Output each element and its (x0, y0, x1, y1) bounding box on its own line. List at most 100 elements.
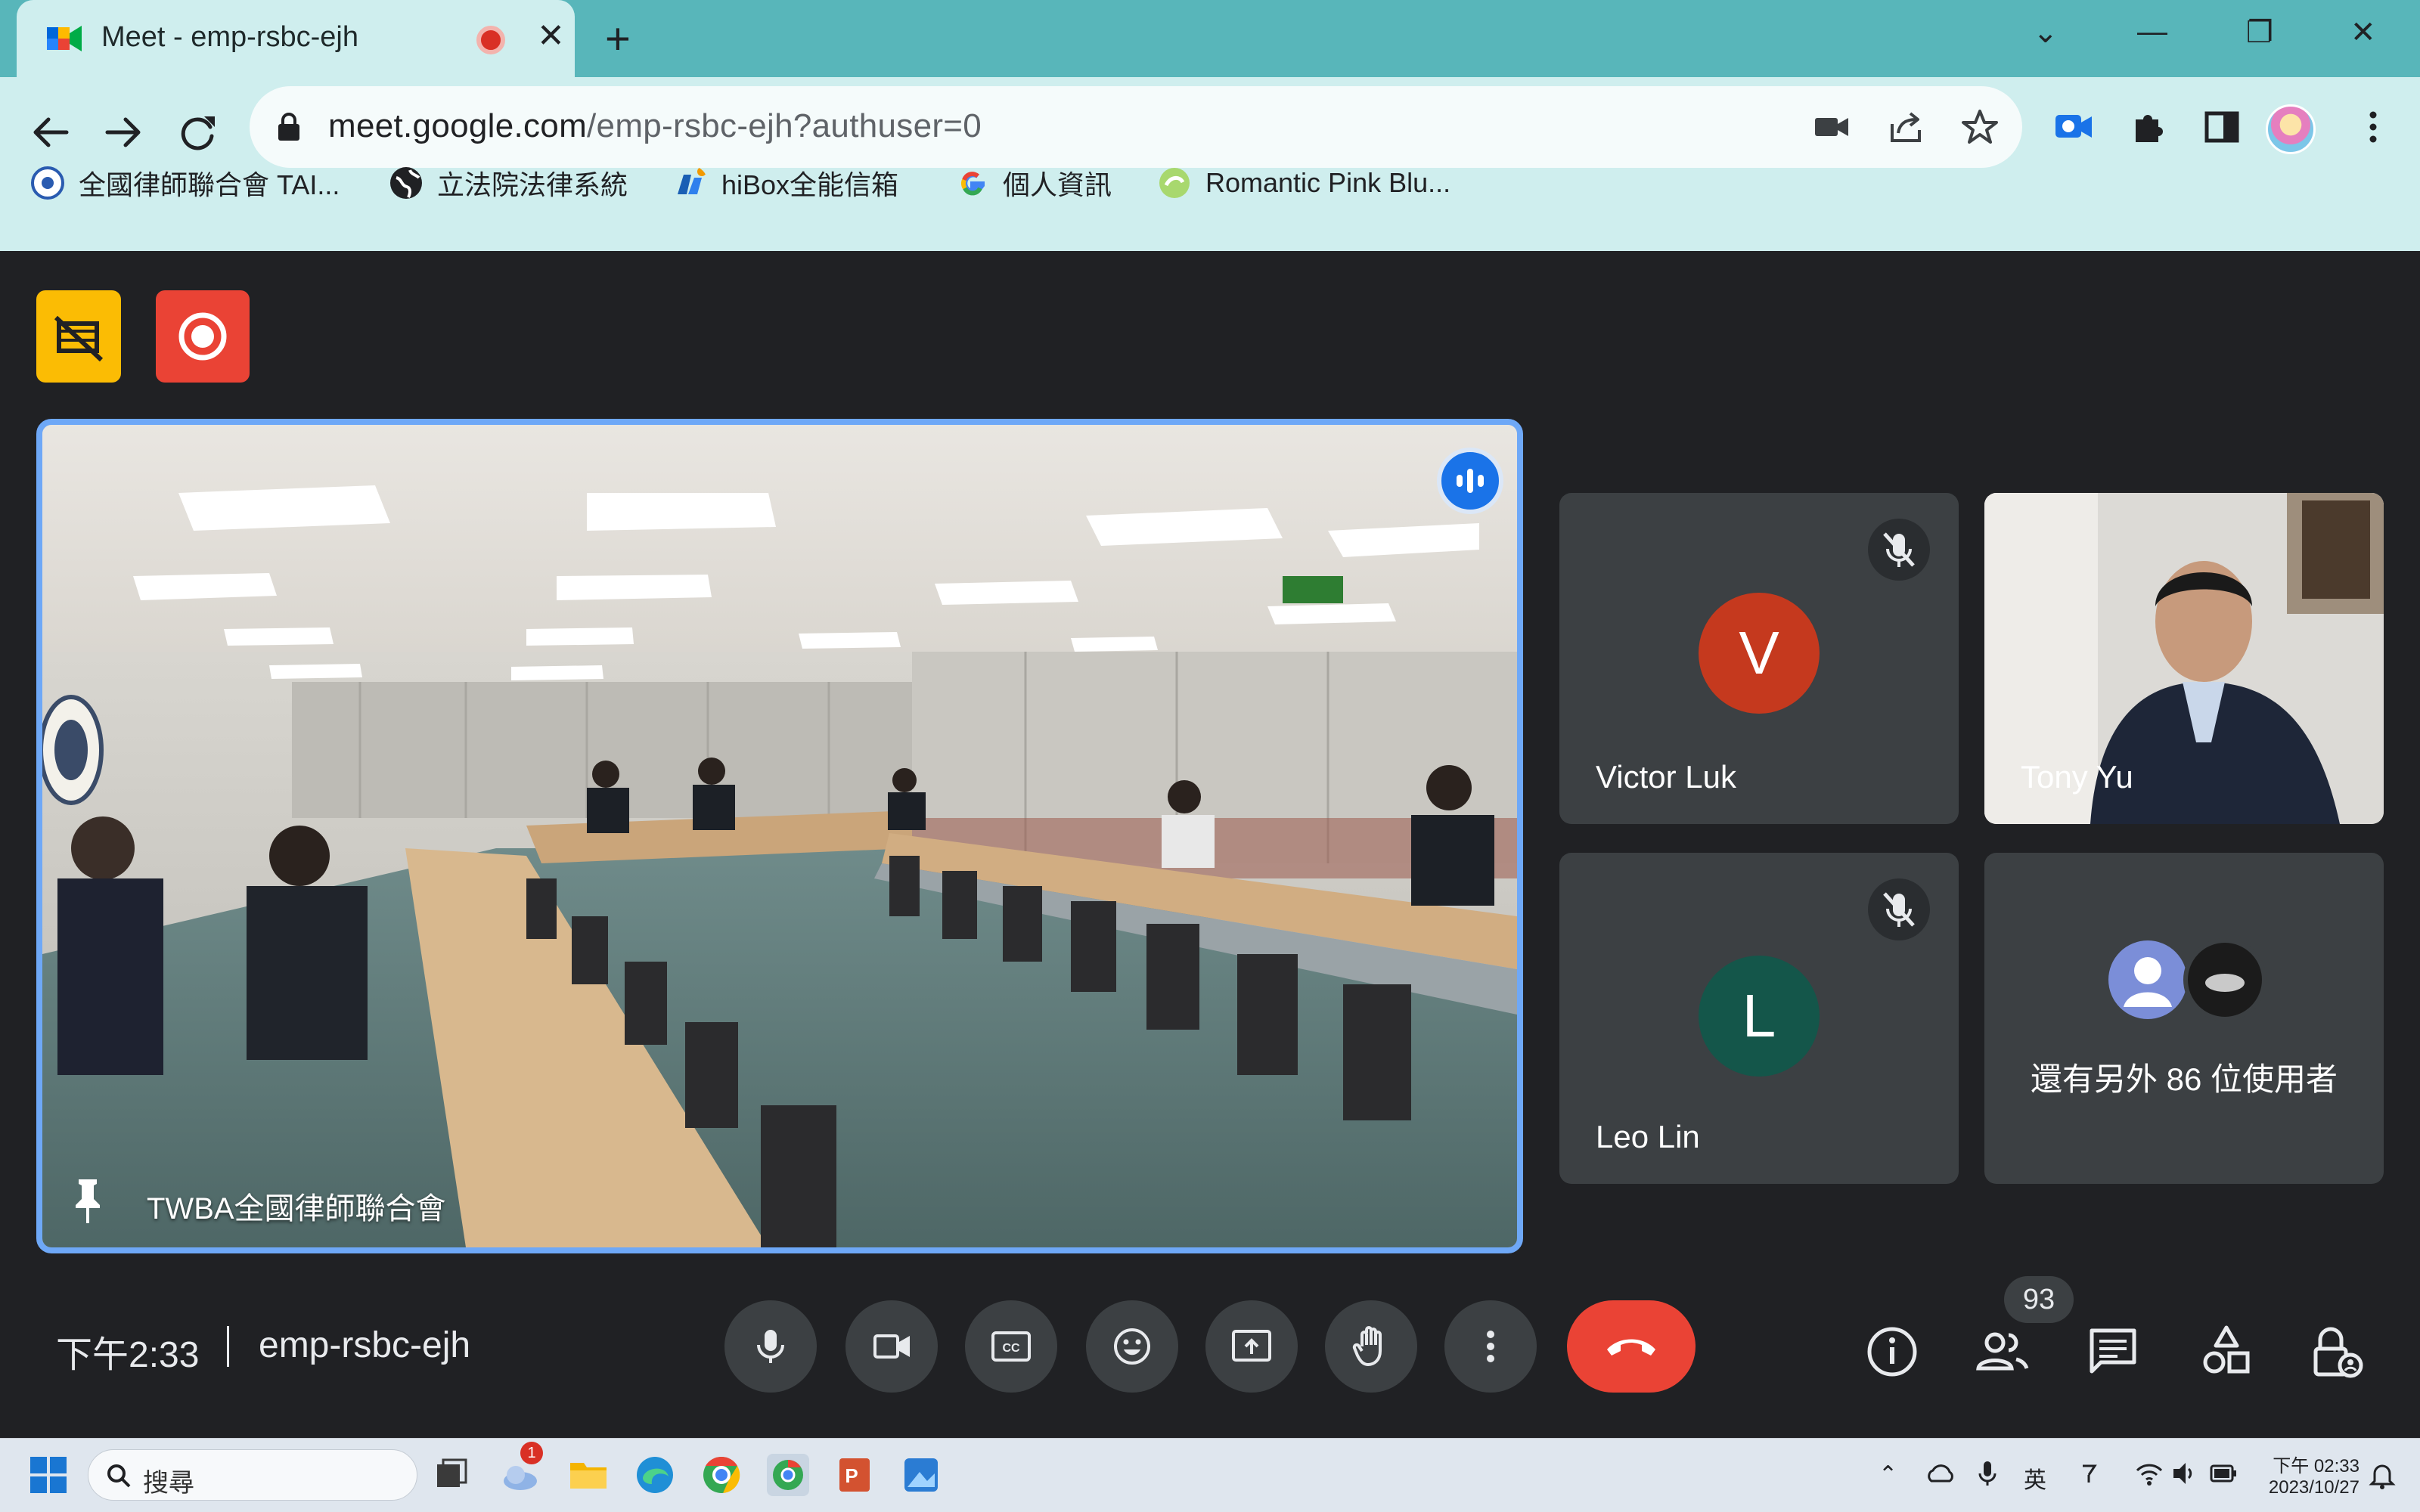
bookmark-item[interactable]: Romantic Pink Blu... (1157, 165, 1450, 201)
profile-avatar[interactable] (2266, 104, 2316, 154)
captions-button[interactable]: CC (965, 1300, 1057, 1393)
chat-icon[interactable] (2084, 1323, 2142, 1380)
minimize-button[interactable]: — (2137, 15, 2167, 49)
task-view-icon[interactable] (430, 1454, 472, 1496)
bookmark-star-icon[interactable] (1960, 107, 2000, 147)
ime-indicator[interactable]: 英 (2024, 1461, 2046, 1495)
more-options-button[interactable] (1444, 1300, 1537, 1393)
back-arrow-icon[interactable] (24, 106, 77, 159)
chrome-icon[interactable] (700, 1454, 743, 1496)
battery-icon[interactable] (2208, 1460, 2238, 1487)
powerpoint-icon[interactable]: P (833, 1454, 876, 1496)
address-bar[interactable]: meet.google.com/emp-rsbc-ejh?authuser=0 (250, 86, 2022, 168)
main-video-tile[interactable]: TWBA全國律師聯合會 (36, 419, 1523, 1253)
camera-icon (873, 1334, 910, 1359)
other-participants-tile[interactable]: 還有另外 86 位使用者 (1984, 853, 2384, 1184)
tray-time: 下午 02:33 (2273, 1456, 2360, 1476)
microphone-icon (757, 1330, 784, 1363)
theme-icon (1159, 168, 1190, 198)
tray-clock[interactable]: 下午 02:33 2023/10/27 (2246, 1451, 2360, 1498)
pin-icon[interactable] (70, 1176, 106, 1225)
bookmark-label: 全國律師聯合會 TAI... (79, 169, 340, 200)
record-icon (178, 312, 227, 361)
svg-text:CC: CC (1002, 1342, 1020, 1355)
file-explorer-icon[interactable] (567, 1454, 610, 1496)
camera-button[interactable] (845, 1300, 938, 1393)
lock-icon[interactable] (277, 112, 301, 142)
participant-tile-leo-lin[interactable]: L Leo Lin (1559, 853, 1959, 1184)
photos-app-icon[interactable] (900, 1454, 942, 1496)
recording-badge[interactable] (156, 290, 250, 383)
google-g-icon (960, 172, 985, 196)
camera-in-use-icon[interactable] (1812, 107, 1851, 147)
bookmark-label: 個人資訊 (1003, 169, 1112, 200)
avatar: V (1699, 593, 1820, 714)
microphone-button[interactable] (724, 1300, 817, 1393)
hand-icon (1352, 1326, 1382, 1366)
hang-up-icon (1607, 1339, 1655, 1356)
url-text[interactable]: meet.google.com/emp-rsbc-ejh?authuser=0 (328, 107, 982, 145)
participant-name: Victor Luk (1596, 759, 1736, 795)
other-participants-avatars (2108, 938, 2266, 1021)
side-panel-icon[interactable] (2202, 107, 2242, 147)
tray-date: 2023/10/27 (2268, 1477, 2360, 1498)
meeting-time: 下午2:33 (56, 1335, 200, 1375)
taskbar-search[interactable]: 搜尋 (88, 1449, 417, 1501)
closed-captions-icon: CC (991, 1331, 1031, 1362)
search-icon (107, 1464, 131, 1488)
present-screen-button[interactable] (1205, 1300, 1298, 1393)
bookmark-label: 立法院法律系統 (437, 169, 628, 200)
main-tile-name: TWBA全國律師聯合會 (147, 1192, 446, 1225)
browser-menu-icon[interactable] (2353, 107, 2393, 147)
volume-icon[interactable] (2170, 1460, 2198, 1487)
bookmark-item[interactable]: 個人資訊 (954, 165, 1112, 201)
tray-microphone-icon[interactable] (1977, 1458, 1998, 1489)
url-path: /emp-rsbc-ejh?authuser=0 (587, 107, 982, 144)
onedrive-icon[interactable] (1925, 1461, 1956, 1486)
more-vert-icon (1487, 1331, 1494, 1362)
notification-badge: 1 (520, 1442, 543, 1464)
raise-hand-button[interactable] (1325, 1300, 1417, 1393)
avatar: L (1699, 956, 1820, 1077)
wifi-icon[interactable] (2134, 1460, 2164, 1487)
share-icon[interactable] (1886, 107, 1925, 147)
bookmark-item[interactable]: 立法院法律系統 (389, 165, 628, 201)
speaking-indicator-icon (1437, 448, 1503, 514)
chrome-profile-icon[interactable] (767, 1454, 809, 1496)
meet-favicon-icon (47, 26, 82, 51)
new-tab-button[interactable]: + (605, 14, 631, 64)
leave-call-button[interactable] (1567, 1300, 1696, 1393)
forward-arrow-icon[interactable] (97, 106, 150, 159)
host-controls-icon[interactable] (2308, 1323, 2366, 1380)
notification-bell-icon[interactable] (2367, 1460, 2397, 1490)
screen: Meet - emp-rsbc-ejh ✕ + ⌄ — ❐ ✕ meet.goo… (0, 0, 2420, 1512)
tab-strip: Meet - emp-rsbc-ejh ✕ + ⌄ — ❐ ✕ (0, 0, 2420, 79)
meeting-details-icon[interactable] (1863, 1323, 1921, 1380)
activities-icon[interactable] (2198, 1323, 2255, 1380)
divider (227, 1326, 229, 1367)
participant-tile-victor-luk[interactable]: V Victor Luk (1559, 493, 1959, 824)
bookmark-label: hiBox全能信箱 (721, 169, 899, 200)
extensions-puzzle-icon[interactable] (2128, 107, 2167, 147)
meet-extension-icon[interactable] (2054, 107, 2093, 147)
tab-search-dropdown-icon[interactable]: ⌄ (2033, 15, 2059, 50)
participant-name: Tony Yu (2021, 759, 2133, 795)
conference-room-video (42, 425, 1517, 1247)
mic-off-icon (1883, 892, 1915, 927)
ime-mode-icon[interactable] (2078, 1460, 2101, 1487)
people-icon[interactable] (1974, 1323, 2031, 1380)
bookmark-item[interactable]: 全國律師聯合會 TAI... (30, 165, 340, 201)
tray-chevron-icon[interactable]: ⌃ (1879, 1461, 1897, 1488)
window-close-button[interactable]: ✕ (2350, 15, 2376, 50)
restore-button[interactable]: ❐ (2246, 15, 2273, 50)
bookmark-item[interactable]: hiBox全能信箱 (673, 165, 898, 201)
emoji-reactions-button[interactable] (1086, 1300, 1178, 1393)
reload-icon[interactable] (171, 106, 224, 159)
windows-start-icon[interactable] (27, 1454, 70, 1496)
participant-name: Leo Lin (1596, 1119, 1700, 1154)
edge-browser-icon[interactable] (634, 1454, 676, 1496)
tab-close-icon[interactable]: ✕ (537, 17, 565, 55)
tab-meet[interactable]: Meet - emp-rsbc-ejh ✕ (17, 0, 575, 79)
no-recording-badge[interactable] (36, 290, 121, 383)
participant-tile-tony-yu[interactable]: Tony Yu (1984, 493, 2384, 824)
